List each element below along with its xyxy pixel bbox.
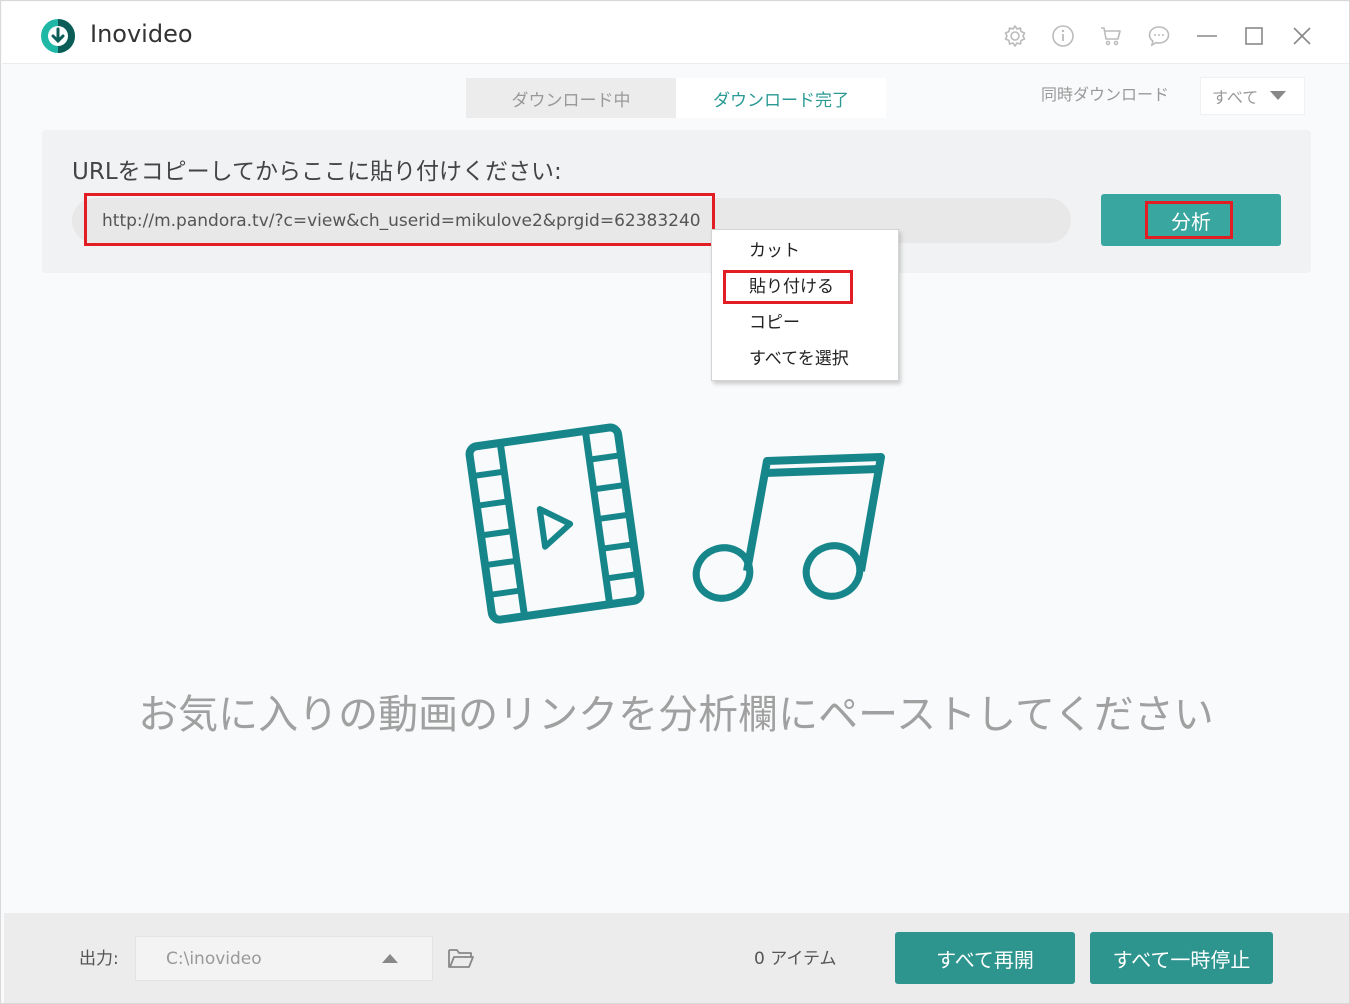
maximize-icon: [1245, 27, 1263, 45]
download-tabs: ダウンロード中 ダウンロード完了: [466, 78, 886, 118]
url-prompt: URLをコピーしてからここに貼り付けください:: [72, 159, 562, 185]
analyze-highlight-box: [1145, 201, 1233, 239]
paste-highlight-box: [723, 270, 853, 304]
item-count: 0 アイテム: [754, 949, 837, 969]
concurrent-download-label: 同時ダウンロード: [1041, 85, 1170, 104]
minimize-button[interactable]: [1195, 24, 1219, 48]
caret-down-icon: [1270, 91, 1286, 100]
music-note-icon: [692, 453, 885, 602]
menu-item-copy[interactable]: コピー: [749, 311, 800, 335]
cart-icon: [1101, 27, 1121, 46]
concurrent-download-value: すべて: [1212, 88, 1259, 107]
film-strip-icon: [465, 423, 645, 624]
resume-all-button[interactable]: すべて再開: [895, 932, 1075, 984]
feedback-button[interactable]: [1147, 24, 1171, 48]
tab-downloading[interactable]: ダウンロード中: [466, 78, 676, 118]
menu-item-cut[interactable]: カット: [749, 239, 800, 263]
title-bar: Inovideo: [2, 2, 1349, 64]
output-path-select[interactable]: C:\inovideo: [135, 936, 433, 981]
minimize-icon: [1197, 35, 1217, 37]
app-title: Inovideo: [90, 20, 193, 48]
tab-downloaded[interactable]: ダウンロード完了: [676, 78, 886, 118]
url-highlight-box: [84, 193, 715, 246]
menu-item-select-all[interactable]: すべてを選択: [749, 347, 849, 371]
concurrent-download-select[interactable]: すべて: [1200, 77, 1305, 115]
app-logo-icon: [41, 19, 75, 53]
folder-icon[interactable]: [447, 945, 475, 971]
gear-icon: [1004, 25, 1026, 47]
maximize-button[interactable]: [1242, 24, 1266, 48]
caret-up-icon: [382, 954, 398, 963]
close-icon: [1293, 27, 1311, 45]
context-menu: カット 貼り付ける コピー すべてを選択: [711, 229, 899, 381]
chat-icon: [1148, 26, 1170, 47]
output-path-value: C:\inovideo: [166, 948, 262, 969]
video-music-illustration: [465, 423, 885, 624]
output-label: 出力:: [79, 949, 119, 969]
info-button[interactable]: [1051, 24, 1075, 48]
settings-button[interactable]: [1003, 24, 1027, 48]
close-button[interactable]: [1290, 24, 1314, 48]
info-icon: [1052, 25, 1074, 47]
pause-all-button[interactable]: すべて一時停止: [1090, 932, 1273, 984]
app-window: Inovideo ダウンロード中 ダウンロード完了 同時ダウンロード すべて U…: [0, 0, 1350, 1004]
empty-state-hint: お気に入りの動画のリンクを分析欄にペーストしてください: [138, 692, 1214, 738]
cart-button[interactable]: [1099, 24, 1123, 48]
